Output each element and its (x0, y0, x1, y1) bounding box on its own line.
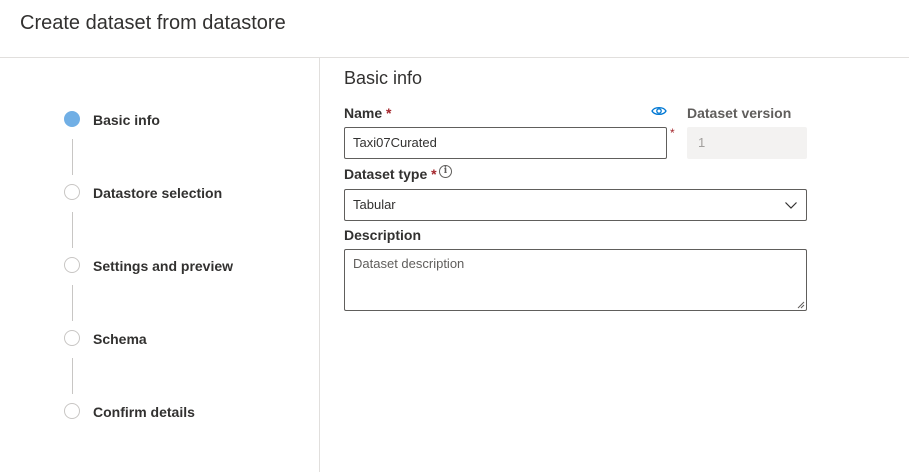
step-label: Schema (93, 331, 147, 347)
step-label: Datastore selection (93, 185, 223, 201)
info-icon[interactable]: i (439, 165, 452, 178)
step-schema[interactable]: Schema (64, 328, 314, 348)
resize-grip-icon[interactable] (796, 300, 805, 309)
description-placeholder: Dataset description (353, 256, 465, 271)
section-title: Basic info (344, 68, 423, 88)
eye-icon[interactable] (651, 105, 667, 117)
page-title: Create dataset from datastore (20, 12, 286, 34)
step-connector (72, 358, 73, 394)
description-textarea[interactable]: Dataset description (344, 249, 807, 311)
step-indicator-icon (64, 257, 80, 273)
step-confirm-details[interactable]: Confirm details (64, 401, 314, 421)
description-label: Description (344, 227, 422, 243)
step-label: Confirm details (93, 404, 195, 420)
required-mark: * (431, 166, 437, 182)
name-required-mark: * (670, 126, 675, 140)
step-connector (72, 285, 73, 321)
step-label: Basic info (93, 112, 160, 128)
panel-header: Create dataset from datastore (0, 0, 909, 58)
step-connector (72, 212, 73, 248)
dataset-version-input: 1 (687, 127, 807, 159)
name-input[interactable]: Taxi07Curated (344, 127, 667, 159)
step-indicator-icon (64, 330, 80, 346)
dataset-type-value: Tabular (353, 197, 396, 212)
step-connector (72, 139, 73, 175)
required-mark: * (386, 105, 392, 121)
chevron-down-icon (785, 202, 797, 209)
dataset-version-label: Dataset version (687, 105, 792, 121)
name-label: Name * (344, 105, 392, 121)
step-datastore-selection[interactable]: Datastore selection (64, 182, 314, 202)
step-basic-info[interactable]: Basic info (64, 109, 314, 129)
step-label: Settings and preview (93, 258, 234, 274)
step-indicator-icon (64, 403, 80, 419)
step-indicator-icon (64, 111, 80, 127)
step-indicator-icon (64, 184, 80, 200)
step-settings-and-preview[interactable]: Settings and preview (64, 255, 314, 275)
dataset-type-dropdown[interactable]: Tabular (344, 189, 807, 221)
dataset-type-label: Dataset type * (344, 166, 437, 182)
